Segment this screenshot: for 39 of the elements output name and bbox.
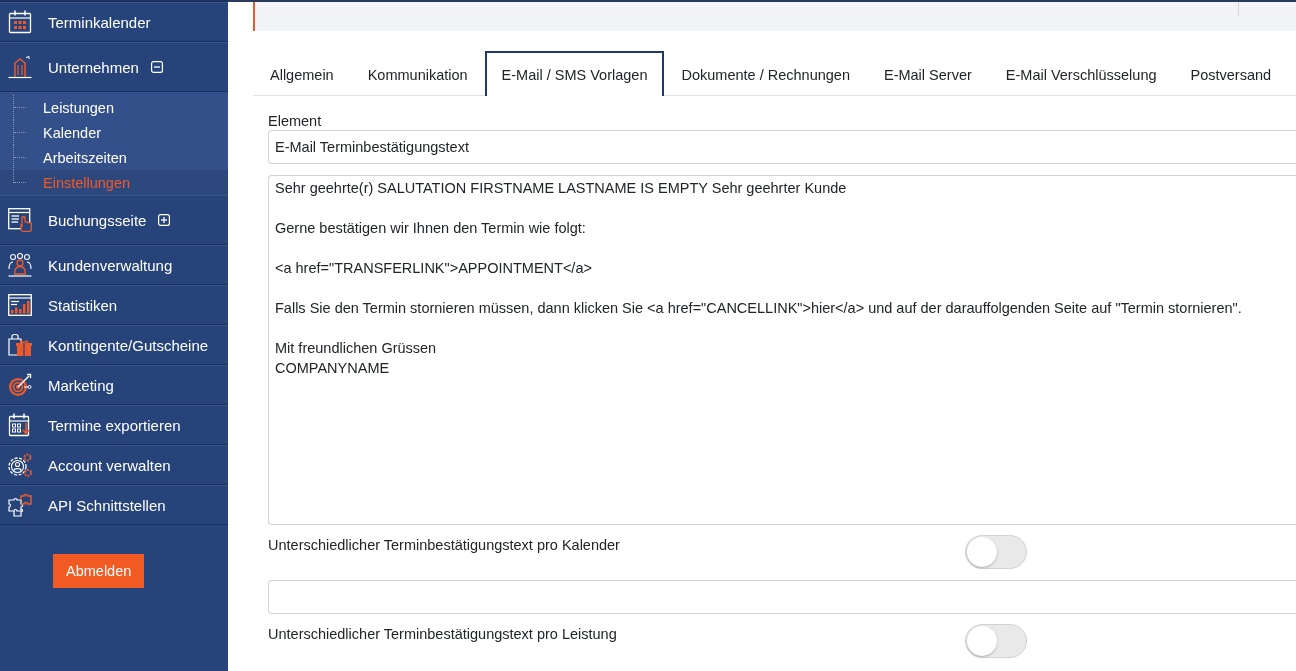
- sidebar-item[interactable]: Terminkalender: [0, 2, 228, 42]
- tab[interactable]: Postversand: [1173, 51, 1289, 96]
- toggle-label: Unterschiedlicher Terminbestätigungstext pro Kalender: [268, 536, 621, 554]
- bar-chart-icon: [8, 293, 32, 317]
- sidebar-item[interactable]: Account verwalten: [0, 445, 228, 485]
- sidebar-item[interactable]: Marketing: [0, 365, 228, 405]
- submenu-item[interactable]: Kalender: [27, 120, 102, 145]
- people-icon: [8, 253, 32, 277]
- tab[interactable]: Allgemein: [253, 51, 351, 96]
- field-label: Element: [268, 112, 323, 130]
- gift-bag-icon: [8, 333, 32, 357]
- toggle-label: Unterschiedlicher Terminbestätigungstext pro Leistung: [268, 625, 618, 643]
- toggle-switch[interactable]: [965, 535, 1027, 569]
- tab[interactable]: E-Mail Verschlüsselung: [988, 51, 1174, 96]
- tab[interactable]: Dokumente / Rechnungen: [664, 51, 867, 96]
- message-textarea[interactable]: Sehr geehrte(r) SALUTATION FIRSTNAME LASTNAME IS EMPTY Sehr geehrter Kunde Gerne bestätigen wir Ihnen den Termin wie folgt: <a href="TRANSFERLINK">APPOINTMENT</a> Falls Sie den Termin stornieren müssen, dann klicken Sie <a href="CANCELLINK">hier</a> und auf der darauffolgenden Seite auf "Termin stornieren". Mit freundlichen Grüssen COMPANYNAME: [268, 175, 1296, 525]
- tab[interactable]: E-Mail Server: [866, 51, 989, 96]
- submenu-item[interactable]: Arbeitszeiten: [27, 145, 127, 170]
- calendar-icon: [8, 10, 32, 34]
- sidebar-item[interactable]: Statistiken: [0, 285, 228, 325]
- puzzle-icon: [8, 493, 32, 517]
- minus-box-icon[interactable]: [150, 61, 163, 73]
- target-icon: [8, 373, 32, 397]
- toggle-switch[interactable]: [965, 624, 1027, 658]
- browser-pointer-icon: [8, 208, 32, 232]
- plus-box-icon[interactable]: [158, 214, 171, 226]
- gear-person-icon: [8, 453, 32, 477]
- building-icon: [8, 55, 32, 79]
- input-field[interactable]: [268, 580, 1296, 614]
- sidebar-item[interactable]: Unternehmen: [0, 42, 228, 92]
- sidebar-item[interactable]: API Schnittstellen: [0, 485, 228, 525]
- element-field[interactable]: E-Mail Terminbestätigungstext: [268, 130, 1296, 164]
- sidebar-item[interactable]: Termine exportieren: [0, 405, 228, 445]
- tab[interactable]: Kommunikation: [350, 51, 485, 96]
- tab[interactable]: E-Mail / SMS Vorlagen: [484, 51, 665, 96]
- sidebar-item[interactable]: Kundenverwaltung: [0, 245, 228, 285]
- sidebar-item[interactable]: Buchungsseite: [0, 195, 228, 245]
- sidebar-item[interactable]: Kontingente/Gutscheine: [0, 325, 228, 365]
- submenu-item[interactable]: Leistungen: [27, 95, 114, 120]
